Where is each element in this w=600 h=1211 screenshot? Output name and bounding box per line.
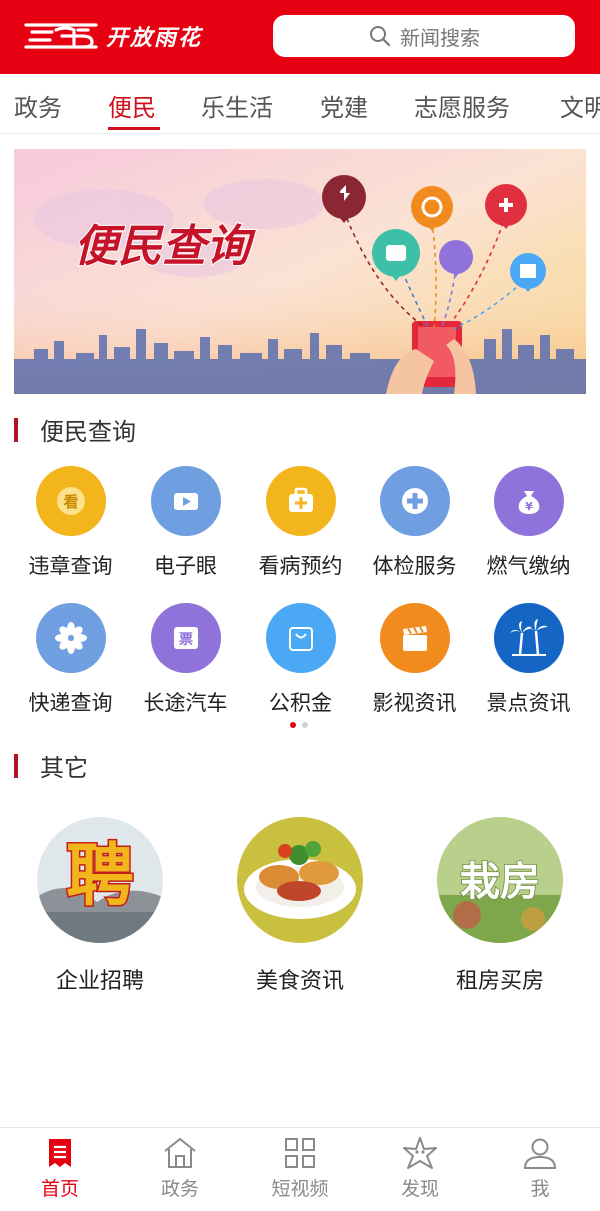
other-section-label: 其它 bbox=[40, 754, 88, 782]
tab-label: 我 bbox=[530, 1178, 550, 1200]
money-bag-icon: ¥ bbox=[493, 466, 564, 536]
starfish-icon bbox=[403, 1137, 437, 1169]
tab-wenming[interactable]: 文明 bbox=[560, 88, 600, 123]
recruitment-image: 聘 bbox=[37, 817, 163, 943]
other-rent-buy-house[interactable]: 栽房 租房买房 bbox=[400, 817, 600, 995]
tab-label: 首页 bbox=[40, 1178, 79, 1200]
search-placeholder: 新闻搜索 bbox=[400, 25, 480, 50]
service-express-query[interactable]: 快递查询 bbox=[13, 603, 128, 717]
house-icon bbox=[164, 1137, 196, 1168]
service-label: 公积金 bbox=[269, 691, 332, 715]
service-movie-info[interactable]: 影视资讯 bbox=[357, 603, 472, 717]
bottom-tab-home[interactable]: 首页 bbox=[20, 1136, 100, 1201]
other-label: 美食资讯 bbox=[255, 969, 344, 994]
other-recruitment[interactable]: 聘 企业招聘 bbox=[0, 817, 200, 995]
banner-title: 便民查询 bbox=[74, 221, 256, 272]
services-section-label: 便民查询 bbox=[40, 418, 136, 446]
medical-cross-icon bbox=[379, 466, 450, 536]
service-e-eye[interactable]: 电子眼 bbox=[128, 466, 243, 580]
bottom-tab-me[interactable]: 我 bbox=[500, 1136, 580, 1201]
service-gas-payment[interactable]: ¥ 燃气缴纳 bbox=[471, 466, 586, 580]
tab-label: 短视频 bbox=[271, 1178, 329, 1200]
service-label: 长途汽车 bbox=[143, 691, 228, 715]
service-doctor-appointment[interactable]: 看病预约 bbox=[243, 466, 358, 580]
app-header: 开放雨花 新闻搜索 bbox=[0, 0, 600, 74]
other-section-title: 其它 bbox=[14, 748, 88, 783]
logo-text: 开放雨花 bbox=[106, 25, 203, 51]
service-housing-fund[interactable]: 公积金 bbox=[243, 603, 358, 717]
active-tab-indicator bbox=[108, 127, 160, 130]
service-scenic-info[interactable]: 景点资讯 bbox=[471, 603, 586, 717]
app-logo[interactable]: 开放雨花 bbox=[22, 16, 222, 56]
palm-tree-icon bbox=[493, 603, 564, 673]
medical-kit-icon bbox=[265, 466, 336, 536]
food-image bbox=[237, 817, 363, 943]
clapperboard-icon bbox=[379, 603, 450, 673]
bottom-tab-zhengwu[interactable]: 政务 bbox=[140, 1136, 220, 1201]
other-food-info[interactable]: 美食资讯 bbox=[200, 817, 400, 995]
pager-dots bbox=[290, 722, 308, 728]
svg-text:看: 看 bbox=[63, 493, 78, 511]
flower-icon bbox=[35, 603, 106, 673]
video-camera-icon bbox=[150, 466, 221, 536]
recruitment-image-text: 聘 bbox=[66, 837, 134, 916]
service-label: 影视资讯 bbox=[372, 691, 457, 715]
bottom-tab-short-video[interactable]: 短视频 bbox=[260, 1136, 340, 1201]
shopping-bag-icon bbox=[265, 603, 336, 673]
service-label: 体检服务 bbox=[372, 554, 457, 578]
logo-mark-icon bbox=[24, 23, 98, 49]
tab-label: 发现 bbox=[400, 1178, 439, 1200]
service-health-check[interactable]: 体检服务 bbox=[357, 466, 472, 580]
news-icon bbox=[49, 1139, 71, 1167]
ticket-icon: 票 bbox=[150, 603, 221, 673]
service-label: 景点资讯 bbox=[486, 691, 571, 715]
user-icon bbox=[523, 1138, 557, 1169]
service-label: 燃气缴纳 bbox=[486, 554, 571, 578]
service-label: 快递查询 bbox=[28, 691, 113, 715]
search-icon bbox=[370, 26, 391, 47]
service-label: 违章查询 bbox=[28, 554, 113, 578]
grid-icon bbox=[285, 1138, 315, 1168]
service-label: 看病预约 bbox=[258, 554, 343, 578]
bottom-tab-bar: 首页 政务 短视频 发现 我 bbox=[0, 1127, 600, 1211]
category-tabs: 政务 便民 乐生活 党建 志愿服务 文明 bbox=[0, 74, 600, 134]
eye-badge-icon: 看 bbox=[35, 466, 106, 536]
house-image: 栽房 bbox=[437, 817, 563, 943]
other-label: 租房买房 bbox=[455, 969, 544, 994]
tab-dangjian[interactable]: 党建 bbox=[320, 88, 368, 123]
house-image-text: 栽房 bbox=[460, 859, 540, 905]
tab-volunteer[interactable]: 志愿服务 bbox=[414, 88, 510, 123]
pager-dot-active[interactable] bbox=[290, 722, 296, 728]
service-label: 电子眼 bbox=[154, 554, 217, 578]
banner-illustration: 便民查询 bbox=[14, 149, 586, 394]
tab-bianmin[interactable]: 便民 bbox=[108, 88, 156, 123]
search-box[interactable]: 新闻搜索 bbox=[273, 15, 575, 57]
bottom-tab-discover[interactable]: 发现 bbox=[380, 1136, 460, 1201]
banner[interactable]: 便民查询 bbox=[14, 149, 586, 394]
service-violation-query[interactable]: 看 违章查询 bbox=[13, 466, 128, 580]
pager-dot[interactable] bbox=[302, 722, 308, 728]
tab-leshenghuo[interactable]: 乐生活 bbox=[201, 88, 273, 123]
section-bar bbox=[14, 417, 18, 442]
svg-text:¥: ¥ bbox=[525, 500, 533, 513]
service-long-distance-bus[interactable]: 票 长途汽车 bbox=[128, 603, 243, 717]
other-label: 企业招聘 bbox=[55, 969, 144, 994]
tab-zhengwu[interactable]: 政务 bbox=[14, 88, 62, 123]
services-section-title: 便民查询 bbox=[14, 412, 136, 447]
svg-text:票: 票 bbox=[179, 632, 193, 648]
section-bar bbox=[14, 753, 18, 778]
tab-label: 政务 bbox=[160, 1178, 199, 1200]
